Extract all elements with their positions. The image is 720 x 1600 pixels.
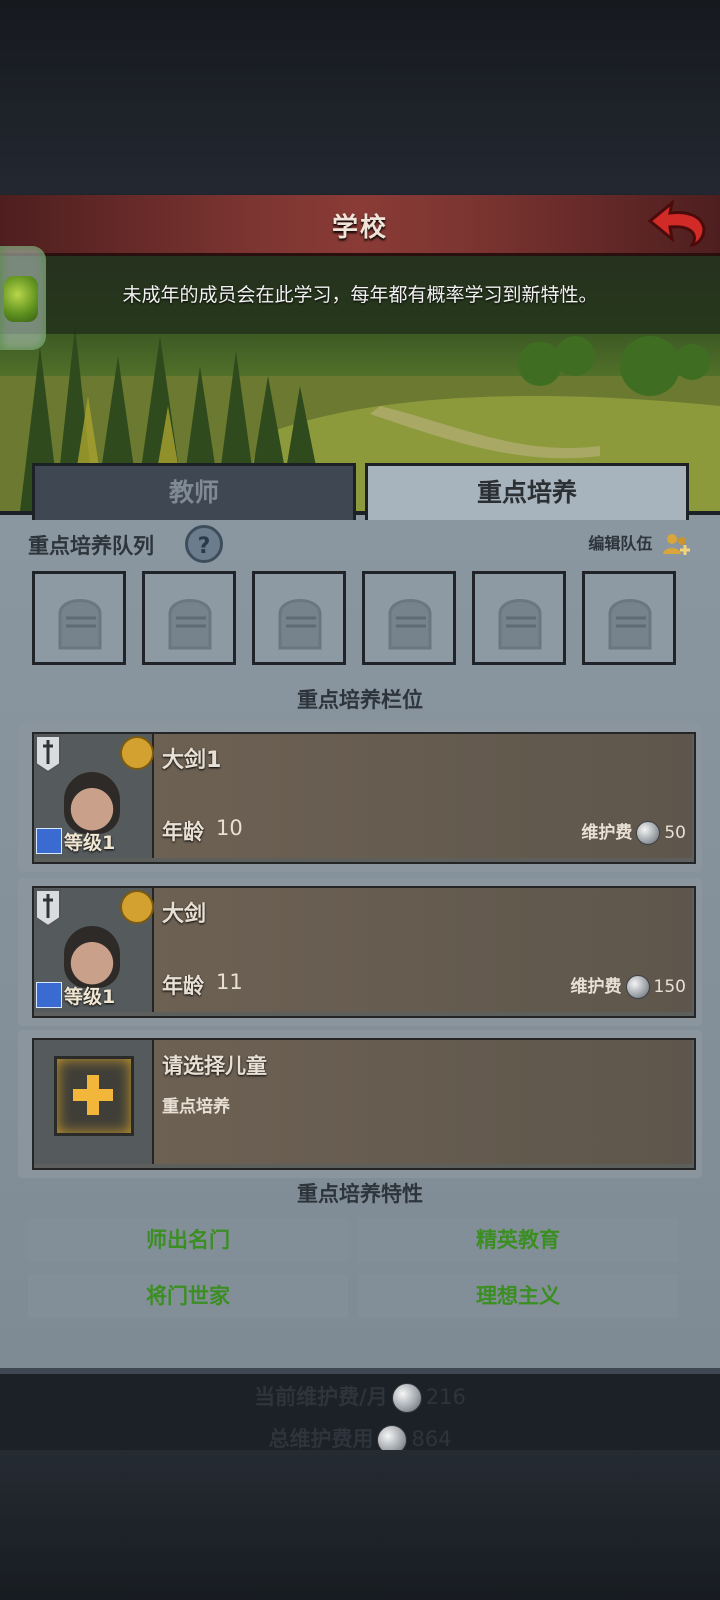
monthly-upkeep: 当前维护费/月 216 <box>0 1376 720 1418</box>
monthly-upkeep-label: 当前维护费/月 <box>254 1385 388 1409</box>
tab-teacher[interactable]: 教师 <box>32 463 356 520</box>
side-float-button[interactable] <box>0 246 46 350</box>
upkeep-value: 50 <box>664 823 686 843</box>
queue-title: 重点培养队列 <box>28 534 154 558</box>
slots-section-title: 重点培养栏位 <box>297 688 423 712</box>
level-tag: 等级1 <box>34 826 152 856</box>
queue-slot[interactable] <box>582 571 676 665</box>
page-title: 学校 <box>331 213 388 243</box>
upkeep: 维护费 50 <box>581 818 686 845</box>
portrait[interactable]: 等级1 <box>34 734 154 858</box>
description-text: 未成年的成员会在此学习，每年都有概率学习到新特性。 <box>122 284 598 306</box>
total-upkeep-label: 总维护费用 <box>268 1427 374 1451</box>
trait-item[interactable]: 理想主义 <box>358 1274 678 1318</box>
queue-slot[interactable] <box>252 571 346 665</box>
age-value: 10 <box>216 816 243 840</box>
trait-item[interactable]: 精英教育 <box>358 1218 678 1262</box>
level-text: 等级1 <box>64 986 116 1008</box>
trait-item[interactable]: 师出名门 <box>28 1218 348 1262</box>
knight-helmet-icon <box>58 599 102 650</box>
edit-team-label: 编辑队伍 <box>588 534 653 553</box>
upkeep-value: 150 <box>653 977 686 997</box>
tab-focus-training[interactable]: 重点培养 <box>365 463 689 520</box>
rank-banner-icon <box>35 735 61 774</box>
knight-helmet-icon <box>168 599 212 650</box>
knight-helmet-icon <box>388 599 432 650</box>
level-tag: 等级1 <box>34 980 152 1010</box>
plus-icon <box>54 1056 134 1136</box>
card-body: 请选择儿童 重点培养 <box>32 1038 696 1170</box>
edit-team-button[interactable]: 编辑队伍 <box>588 530 690 558</box>
upkeep-label: 维护费 <box>570 977 622 997</box>
knight-helmet-icon <box>278 599 322 650</box>
queue-slot[interactable] <box>472 571 566 665</box>
swap-icon[interactable] <box>120 736 154 770</box>
description-box: 未成年的成员会在此学习，每年都有概率学习到新特性。 <box>0 256 720 334</box>
avatar <box>64 772 120 834</box>
age-value: 11 <box>216 970 243 994</box>
back-arrow-icon[interactable] <box>646 199 708 249</box>
card-body: 等级1 大剑1 年龄 10 维护费 50 <box>32 732 696 864</box>
card-info: 大剑 年龄 11 维护费 150 <box>154 888 692 1012</box>
nav-area <box>0 1450 720 1600</box>
card-info: 大剑1 年龄 10 维护费 50 <box>154 734 692 858</box>
swap-icon[interactable] <box>120 890 154 924</box>
add-child-slot[interactable] <box>34 1040 154 1164</box>
choose-child-text: 请选择儿童 <box>162 1054 267 1078</box>
trait-item[interactable]: 将门世家 <box>28 1274 348 1318</box>
student-name: 大剑 <box>162 902 207 927</box>
add-group-icon <box>663 533 690 555</box>
knight-helmet-icon <box>608 599 652 650</box>
upkeep-label: 维护费 <box>581 823 633 843</box>
upkeep-summary: 当前维护费/月 216 总维护费用 864 <box>0 1376 720 1460</box>
card-body: 等级1 大剑 年龄 11 维护费 150 <box>32 886 696 1018</box>
total-upkeep-value: 864 <box>411 1427 452 1451</box>
queue-slot[interactable] <box>32 571 126 665</box>
status-area <box>0 0 720 195</box>
rank-banner-icon <box>35 889 61 928</box>
queue-slot[interactable] <box>362 571 456 665</box>
card-info: 请选择儿童 重点培养 <box>154 1040 692 1164</box>
traits-section-title: 重点培养特性 <box>297 1182 423 1206</box>
silver-coin-icon <box>391 1383 422 1413</box>
upkeep: 维护费 150 <box>571 972 686 999</box>
age-label: 年龄 <box>162 820 204 844</box>
tree-icon <box>4 276 38 322</box>
queue-slot[interactable] <box>142 571 236 665</box>
queue-slots <box>32 571 692 665</box>
choose-child-subtitle: 重点培养 <box>162 1097 230 1117</box>
silver-coin-icon <box>625 975 650 999</box>
level-text: 等级1 <box>64 832 116 854</box>
student-name: 大剑1 <box>162 748 222 773</box>
knight-helmet-icon <box>498 599 542 650</box>
sword-class-icon <box>36 982 62 1008</box>
page-header: 学校 <box>0 195 720 256</box>
monthly-upkeep-value: 216 <box>425 1385 466 1409</box>
portrait[interactable]: 等级1 <box>34 888 154 1012</box>
student-card[interactable]: 等级1 大剑 年龄 11 维护费 150 <box>18 878 702 1026</box>
empty-slot-card[interactable]: 请选择儿童 重点培养 <box>18 1030 702 1178</box>
age-label: 年龄 <box>162 974 204 998</box>
help-icon[interactable]: ? <box>185 525 223 563</box>
divider <box>0 1368 720 1374</box>
sword-class-icon <box>36 828 62 854</box>
student-card[interactable]: 等级1 大剑1 年龄 10 维护费 50 <box>18 724 702 872</box>
avatar <box>64 926 120 988</box>
silver-coin-icon <box>636 821 661 845</box>
